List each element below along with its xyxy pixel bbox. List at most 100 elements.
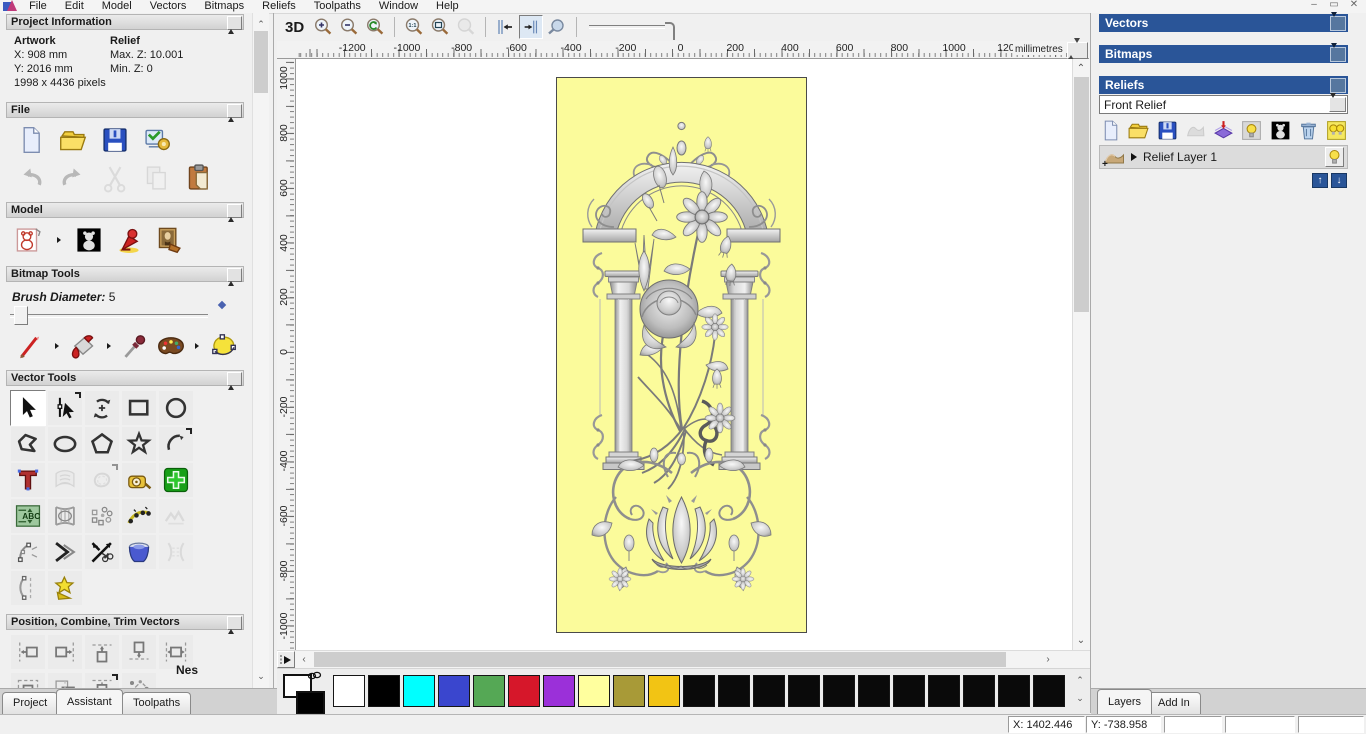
palette-swatch-6[interactable] — [543, 675, 575, 707]
zoom-box-button[interactable] — [428, 15, 452, 39]
palette-swatch-9[interactable] — [648, 675, 680, 707]
align-left-button[interactable] — [10, 634, 46, 670]
palette-swatch-1[interactable] — [368, 675, 400, 707]
align-right-button[interactable] — [47, 634, 83, 670]
texture-button[interactable] — [154, 225, 184, 255]
model-section-header[interactable]: Model — [6, 202, 244, 222]
palette-swatch-16[interactable] — [893, 675, 925, 707]
rollup-button[interactable] — [1330, 12, 1346, 31]
paste-button[interactable] — [184, 163, 214, 193]
flyout-arrow-icon[interactable] — [107, 343, 111, 349]
trim-vectors-button[interactable] — [84, 534, 120, 570]
zoom-slider[interactable] — [589, 22, 676, 40]
zoom-in-button[interactable] — [311, 15, 335, 39]
palette-swatch-7[interactable] — [578, 675, 610, 707]
flyout-pin-icon[interactable] — [186, 428, 192, 434]
center-in-page-button[interactable] — [10, 672, 46, 688]
layer-visibility-button[interactable] — [1325, 147, 1344, 167]
brush-slider-handle[interactable] — [14, 306, 28, 325]
toggle-visibility-button[interactable] — [1325, 119, 1348, 142]
save-relief-button[interactable] — [1156, 119, 1179, 142]
dock-left-button[interactable] — [493, 15, 517, 39]
rollup-button[interactable] — [227, 204, 242, 222]
palette-swatch-2[interactable] — [403, 675, 435, 707]
create-polyline-button[interactable] — [10, 426, 46, 462]
palette-swatch-20[interactable] — [1033, 675, 1065, 707]
palette-swatch-15[interactable] — [858, 675, 890, 707]
relief-layer-row[interactable]: + Relief Layer 1 — [1099, 145, 1348, 170]
menu-bitmaps[interactable]: Bitmaps — [195, 0, 253, 13]
menu-window[interactable]: Window — [370, 0, 427, 13]
canvas-vertical-scrollbar[interactable]: ⌃ ⌄ — [1072, 59, 1090, 650]
file-section-header[interactable]: File — [6, 102, 244, 122]
link-colours-icon[interactable] — [307, 671, 323, 684]
secondary-colour-swatch[interactable] — [296, 691, 325, 715]
select-button[interactable] — [10, 390, 46, 426]
edit-model-button[interactable] — [14, 225, 44, 255]
canvas-horizontal-scrollbar[interactable]: ‹ › — [277, 650, 1090, 668]
block-copy-button[interactable] — [84, 498, 120, 534]
reliefs-panel-header[interactable]: Reliefs — [1099, 76, 1348, 98]
close-button[interactable]: ✕ — [1344, 0, 1364, 12]
align-bottom-button[interactable] — [121, 634, 157, 670]
slider-track[interactable] — [589, 25, 666, 29]
greyscale-view-button[interactable] — [74, 225, 104, 255]
rollup-button[interactable] — [227, 616, 242, 634]
model-notes-button[interactable] — [142, 125, 172, 155]
create-boundary-button[interactable] — [47, 570, 83, 606]
undo-button[interactable] — [16, 163, 46, 193]
create-ellipse-button[interactable] — [47, 426, 83, 462]
vectors-panel-header[interactable]: Vectors — [1099, 12, 1348, 32]
flyout-pin-icon[interactable] — [112, 464, 118, 470]
rollup-button[interactable] — [227, 268, 242, 286]
move-layer-up-button[interactable]: ↑ — [1312, 173, 1328, 188]
scroll-down-icon[interactable]: ⌄ — [1073, 633, 1089, 648]
create-arc-button[interactable] — [158, 426, 194, 462]
palette-swatch-5[interactable] — [508, 675, 540, 707]
open-relief-button[interactable] — [1127, 119, 1150, 142]
flyout-pin-icon[interactable] — [112, 674, 118, 680]
brush-diameter-slider[interactable] — [10, 314, 208, 318]
fit-arc-button[interactable] — [10, 534, 46, 570]
palette-swatch-19[interactable] — [998, 675, 1030, 707]
vector-tools-header[interactable]: Vector Tools — [6, 370, 244, 390]
tab-layers[interactable]: Layers — [1097, 689, 1153, 714]
nest-preview-button[interactable] — [121, 672, 157, 688]
palette-swatch-8[interactable] — [613, 675, 645, 707]
colour-picker-button[interactable] — [120, 331, 150, 361]
flyout-arrow-icon[interactable] — [195, 343, 199, 349]
measure-button[interactable] — [121, 462, 157, 498]
redo-button[interactable] — [58, 163, 88, 193]
tab-project[interactable]: Project — [2, 692, 59, 714]
flyout-arrow-icon[interactable] — [55, 343, 59, 349]
new-model-button[interactable] — [16, 125, 46, 155]
project-information-header[interactable]: Project Information — [6, 14, 244, 34]
paste-along-curve-button[interactable] — [121, 498, 157, 534]
create-rectangle-button[interactable] — [121, 390, 157, 426]
rollup-button[interactable] — [227, 16, 242, 34]
slider-handle[interactable] — [665, 22, 676, 40]
join-vectors-button[interactable] — [10, 570, 46, 606]
magnify-button[interactable] — [545, 15, 569, 39]
flyout-arrow-icon[interactable] — [57, 237, 61, 243]
model-sheet[interactable] — [556, 77, 807, 633]
new-layer-button[interactable] — [1099, 119, 1122, 142]
relief-layer-name[interactable]: Relief Layer 1 — [1143, 150, 1217, 164]
scrollbar-thumb[interactable] — [314, 652, 1006, 667]
center-vertically-button[interactable] — [84, 672, 120, 688]
bitmap-tools-header[interactable]: Bitmap Tools — [6, 266, 244, 286]
menu-help[interactable]: Help — [427, 0, 468, 13]
scroll-up-icon[interactable]: ⌃ — [1073, 61, 1089, 76]
tab-add-in[interactable]: Add In — [1147, 692, 1201, 714]
tab-toolpaths[interactable]: Toolpaths — [122, 692, 192, 714]
ruler-scale-button[interactable] — [1067, 38, 1088, 60]
palette-swatch-12[interactable] — [753, 675, 785, 707]
palette-button[interactable] — [156, 331, 186, 361]
envelope-distort-button[interactable] — [47, 498, 83, 534]
bitmaps-panel-header[interactable]: Bitmaps — [1099, 43, 1348, 63]
bisector-button[interactable] — [47, 534, 83, 570]
rollup-button[interactable] — [1330, 43, 1346, 62]
palette-swatch-10[interactable] — [683, 675, 715, 707]
maximize-button[interactable]: ▭ — [1324, 0, 1344, 12]
align-centers-button[interactable] — [47, 672, 83, 688]
